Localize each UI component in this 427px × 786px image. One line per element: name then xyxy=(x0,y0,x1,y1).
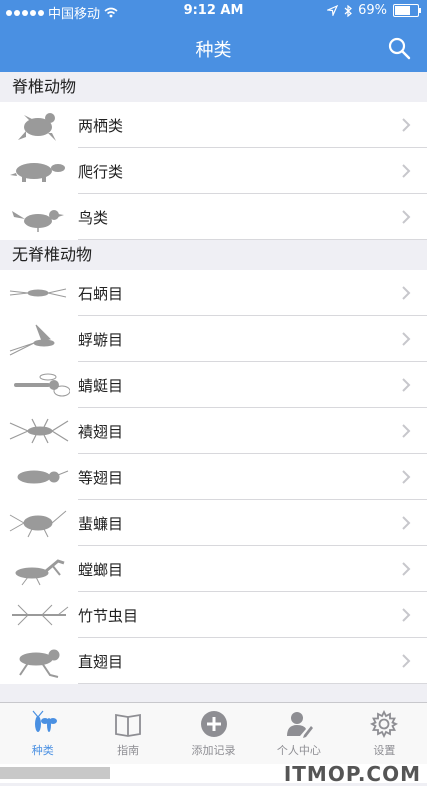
item-label: 蜚蠊目 xyxy=(78,514,124,533)
scroll-indicator[interactable] xyxy=(0,767,110,779)
location-icon xyxy=(327,5,339,16)
item-label: 爬行类 xyxy=(78,162,124,181)
list-item[interactable]: 等翅目 xyxy=(0,454,427,500)
tab-gear[interactable]: 设置 xyxy=(342,703,427,765)
item-label: 等翅目 xyxy=(78,468,124,487)
item-label: 蜉蝣目 xyxy=(78,330,124,349)
watermark: ITMOP.COM xyxy=(283,762,421,786)
tab-label: 种类 xyxy=(31,744,54,757)
tab-label: 指南 xyxy=(117,744,140,757)
item-label: 襀翅目 xyxy=(78,422,124,441)
battery-fill xyxy=(395,6,411,15)
list-item[interactable]: 蜉蝣目 xyxy=(0,316,427,362)
tab-insects[interactable]: 种类 xyxy=(0,703,85,765)
list-item[interactable]: 两栖类 xyxy=(0,102,427,148)
list-item[interactable]: 竹节虫目 xyxy=(0,592,427,638)
species-silhouette-icon xyxy=(8,105,70,145)
tab-add-circle[interactable]: 添加记录 xyxy=(171,703,256,765)
item-label: 竹节虫目 xyxy=(78,606,139,625)
tab-person-edit[interactable]: 个人中心 xyxy=(256,703,341,765)
species-silhouette-icon xyxy=(8,595,70,635)
chevron-right-icon xyxy=(402,118,411,132)
gear-icon xyxy=(370,709,399,739)
page-title: 种类 xyxy=(195,40,232,61)
list-item[interactable]: 鸟类 xyxy=(0,194,427,240)
species-silhouette-icon xyxy=(8,319,70,359)
insects-icon xyxy=(32,710,57,732)
item-label: 鸟类 xyxy=(78,208,109,227)
list-item[interactable]: 蜻蜓目 xyxy=(0,362,427,408)
search-icon[interactable] xyxy=(387,36,411,60)
tab-bar: 种类 指南 添加记录 个人中心 设置 xyxy=(0,702,427,765)
section-header: 无脊椎动物 xyxy=(0,240,427,270)
book-icon xyxy=(115,713,142,737)
tab-label: 设置 xyxy=(373,744,396,757)
list-item[interactable]: 螳螂目 xyxy=(0,546,427,592)
item-label: 石蛃目 xyxy=(78,284,124,303)
species-silhouette-icon xyxy=(8,411,70,451)
battery-icon xyxy=(393,4,421,17)
species-silhouette-icon xyxy=(8,549,70,589)
species-silhouette-icon xyxy=(8,457,70,497)
species-silhouette-icon xyxy=(8,503,70,543)
list-item[interactable]: 石蛃目 xyxy=(0,270,427,316)
species-list[interactable]: 脊椎动物两栖类爬行类鸟类无脊椎动物石蛃目蜉蝣目蜻蜓目襀翅目等翅目蜚蠊目螳螂目竹节… xyxy=(0,72,427,702)
chevron-right-icon xyxy=(402,210,411,224)
status-bar: 中国移动 9:12 AM 69% xyxy=(0,0,427,22)
chevron-right-icon xyxy=(402,378,411,392)
nav-bar: 种类 xyxy=(0,22,427,72)
battery-percent: 69% xyxy=(358,3,387,18)
chevron-right-icon xyxy=(402,424,411,438)
section-header: 脊椎动物 xyxy=(0,72,427,102)
status-right: 69% xyxy=(327,3,421,18)
species-silhouette-icon xyxy=(8,641,70,681)
item-label: 蜻蜓目 xyxy=(78,376,124,395)
chevron-right-icon xyxy=(402,608,411,622)
chevron-right-icon xyxy=(402,332,411,346)
tab-book[interactable]: 指南 xyxy=(85,703,170,765)
tab-label: 添加记录 xyxy=(191,744,236,757)
chevron-right-icon xyxy=(402,470,411,484)
tab-label: 个人中心 xyxy=(276,744,321,757)
chevron-right-icon xyxy=(402,516,411,530)
bluetooth-icon xyxy=(344,4,353,17)
person-edit-icon xyxy=(286,712,313,738)
list-item[interactable]: 襀翅目 xyxy=(0,408,427,454)
item-label: 两栖类 xyxy=(78,116,124,135)
list-item[interactable]: 蜚蠊目 xyxy=(0,500,427,546)
list-item[interactable]: 爬行类 xyxy=(0,148,427,194)
species-silhouette-icon xyxy=(8,273,70,313)
species-silhouette-icon xyxy=(8,197,70,237)
chevron-right-icon xyxy=(402,164,411,178)
chevron-right-icon xyxy=(402,562,411,576)
item-label: 直翅目 xyxy=(78,652,124,671)
species-silhouette-icon xyxy=(8,365,70,405)
chevron-right-icon xyxy=(402,286,411,300)
species-silhouette-icon xyxy=(8,151,70,191)
list-item[interactable]: 直翅目 xyxy=(0,638,427,684)
add-circle-icon xyxy=(200,711,227,737)
item-label: 螳螂目 xyxy=(78,560,124,579)
chevron-right-icon xyxy=(402,654,411,668)
